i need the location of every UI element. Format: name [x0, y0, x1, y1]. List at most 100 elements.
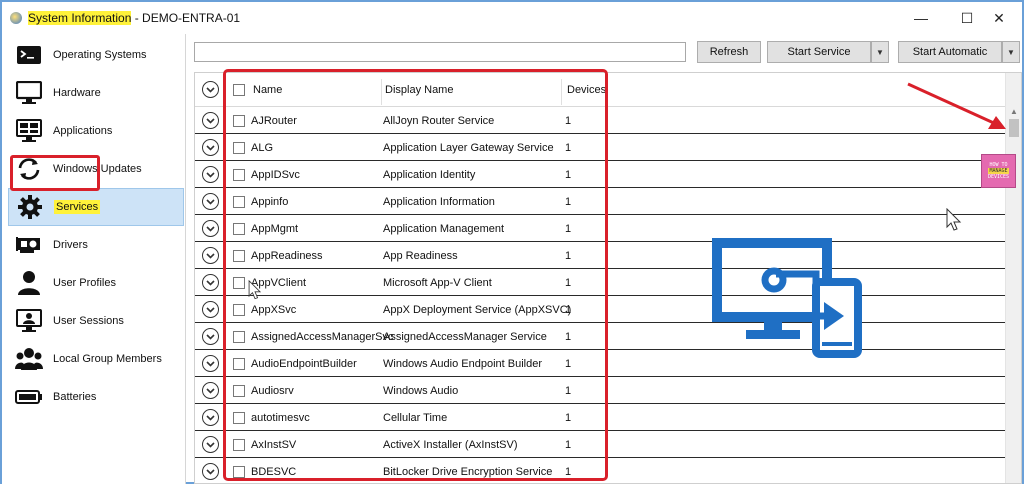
expand-row-icon[interactable]: [202, 166, 219, 183]
sidebar-item-label: Hardware: [53, 87, 101, 99]
row-checkbox[interactable]: [233, 250, 245, 262]
row-checkbox[interactable]: [233, 196, 245, 208]
scroll-thumb[interactable]: [1009, 119, 1019, 137]
close-button[interactable]: ✕: [976, 2, 1022, 34]
sidebar-item-batteries[interactable]: Batteries: [8, 378, 184, 416]
row-checkbox[interactable]: [233, 466, 245, 478]
row-checkbox[interactable]: [233, 358, 245, 370]
table-row[interactable]: AppIDSvc Application Identity 1: [195, 161, 1007, 188]
cell-devices: 1: [565, 439, 572, 451]
expand-row-icon[interactable]: [202, 382, 219, 399]
start-service-dropdown[interactable]: ▼: [871, 41, 889, 63]
user-icon: [14, 269, 44, 297]
expand-row-icon[interactable]: [202, 301, 219, 318]
expand-row-icon[interactable]: [202, 139, 219, 156]
sidebar-item-label: Batteries: [53, 391, 97, 403]
sidebar-item-label: User Sessions: [53, 315, 124, 327]
sidebar-item-applications[interactable]: Applications: [8, 112, 184, 150]
row-checkbox[interactable]: [233, 331, 245, 343]
cell-display-name: Cellular Time: [383, 412, 448, 424]
row-checkbox[interactable]: [233, 169, 245, 181]
start-automatic-dropdown[interactable]: ▼: [1002, 41, 1020, 63]
cell-display-name: Application Layer Gateway Service: [383, 142, 554, 154]
sidebar-item-services[interactable]: Services: [8, 188, 184, 226]
cell-name: AudioEndpointBuilder: [251, 358, 357, 370]
sidebar-item-user-profiles[interactable]: User Profiles: [8, 264, 184, 302]
row-checkbox[interactable]: [233, 142, 245, 154]
start-service-button[interactable]: Start Service: [767, 41, 871, 63]
table-row[interactable]: AppXSvc AppX Deployment Service (AppXSVC)…: [195, 296, 1007, 323]
window-title: System Information - DEMO-ENTRA-01: [28, 11, 240, 25]
expand-row-icon[interactable]: [202, 220, 219, 237]
table-row[interactable]: AJRouter AllJoyn Router Service 1: [195, 107, 1007, 134]
expand-row-icon[interactable]: [202, 463, 219, 480]
refresh-button[interactable]: Refresh: [697, 41, 761, 63]
sidebar-item-drivers[interactable]: Drivers: [8, 226, 184, 264]
scroll-up-icon[interactable]: ▲: [1010, 107, 1018, 116]
battery-icon: [14, 383, 44, 411]
start-automatic-button[interactable]: Start Automatic: [898, 41, 1002, 63]
table-row[interactable]: AxInstSV ActiveX Installer (AxInstSV) 1: [195, 431, 1007, 458]
cell-devices: 1: [565, 277, 572, 289]
title-bar: System Information - DEMO-ENTRA-01 — ☐ ✕: [2, 2, 1022, 34]
cell-display-name: Application Management: [383, 223, 505, 235]
cell-display-name: AppX Deployment Service (AppXSVC): [383, 304, 572, 316]
table-row[interactable]: Appinfo Application Information 1: [195, 188, 1007, 215]
expand-all-icon[interactable]: [202, 81, 219, 98]
table-row[interactable]: AppReadiness App Readiness 1: [195, 242, 1007, 269]
cell-name: AppVClient: [251, 277, 307, 289]
cell-devices: 1: [565, 412, 572, 424]
column-header-devices[interactable]: Devices: [567, 84, 606, 96]
table-row[interactable]: AudioEndpointBuilder Windows Audio Endpoi…: [195, 350, 1007, 377]
cell-devices: 1: [565, 169, 572, 181]
applications-icon: [14, 117, 44, 145]
row-checkbox[interactable]: [233, 385, 245, 397]
search-input[interactable]: [194, 42, 686, 62]
select-all-checkbox[interactable]: [233, 84, 245, 96]
grid-header: Name Display Name Devices: [195, 73, 1007, 107]
table-row[interactable]: autotimesvc Cellular Time 1: [195, 404, 1007, 431]
sidebar-item-local-group-members[interactable]: Local Group Members: [8, 340, 184, 378]
cell-display-name: Application Information: [383, 196, 495, 208]
row-checkbox[interactable]: [233, 223, 245, 235]
row-checkbox[interactable]: [233, 277, 245, 289]
expand-row-icon[interactable]: [202, 274, 219, 291]
row-checkbox[interactable]: [233, 304, 245, 316]
cell-name: ALG: [251, 142, 274, 154]
column-separator[interactable]: [607, 79, 608, 105]
sidebar-item-operating-systems[interactable]: Operating Systems: [8, 36, 184, 74]
table-row[interactable]: AssignedAccessManagerSvc AssignedAccessMa…: [195, 323, 1007, 350]
expand-row-icon[interactable]: [202, 409, 219, 426]
sidebar-item-label: Applications: [53, 125, 113, 137]
cell-display-name: Microsoft App-V Client: [383, 277, 492, 289]
column-header-display-name[interactable]: Display Name: [385, 84, 453, 96]
table-row[interactable]: AppMgmt Application Management 1: [195, 215, 1007, 242]
cell-display-name: Windows Audio: [383, 385, 459, 397]
table-row[interactable]: BDESVC BitLocker Drive Encryption Service…: [195, 458, 1007, 483]
cell-display-name: App Readiness: [383, 250, 458, 262]
user-session-icon: [14, 307, 44, 335]
expand-row-icon[interactable]: [202, 193, 219, 210]
column-header-name[interactable]: Name: [253, 84, 282, 96]
minimize-button[interactable]: —: [898, 2, 944, 34]
cell-name: AJRouter: [251, 115, 297, 127]
expand-row-icon[interactable]: [202, 355, 219, 372]
sidebar-item-hardware[interactable]: Hardware: [8, 74, 184, 112]
expand-row-icon[interactable]: [202, 247, 219, 264]
vertical-scrollbar[interactable]: ▲: [1005, 73, 1021, 483]
row-checkbox[interactable]: [233, 115, 245, 127]
row-checkbox[interactable]: [233, 439, 245, 451]
monitor-icon: [14, 79, 44, 107]
table-row[interactable]: ALG Application Layer Gateway Service 1: [195, 134, 1007, 161]
expand-row-icon[interactable]: [202, 328, 219, 345]
expand-row-icon[interactable]: [202, 436, 219, 453]
expand-row-icon[interactable]: [202, 112, 219, 129]
column-separator[interactable]: [561, 79, 562, 105]
table-row[interactable]: AppVClient Microsoft App-V Client 1: [195, 269, 1007, 296]
column-separator[interactable]: [381, 79, 382, 105]
table-row[interactable]: Audiosrv Windows Audio 1: [195, 377, 1007, 404]
cell-devices: 1: [565, 331, 572, 343]
row-checkbox[interactable]: [233, 412, 245, 424]
sidebar-item-label: Services: [54, 200, 101, 214]
sidebar-item-user-sessions[interactable]: User Sessions: [8, 302, 184, 340]
